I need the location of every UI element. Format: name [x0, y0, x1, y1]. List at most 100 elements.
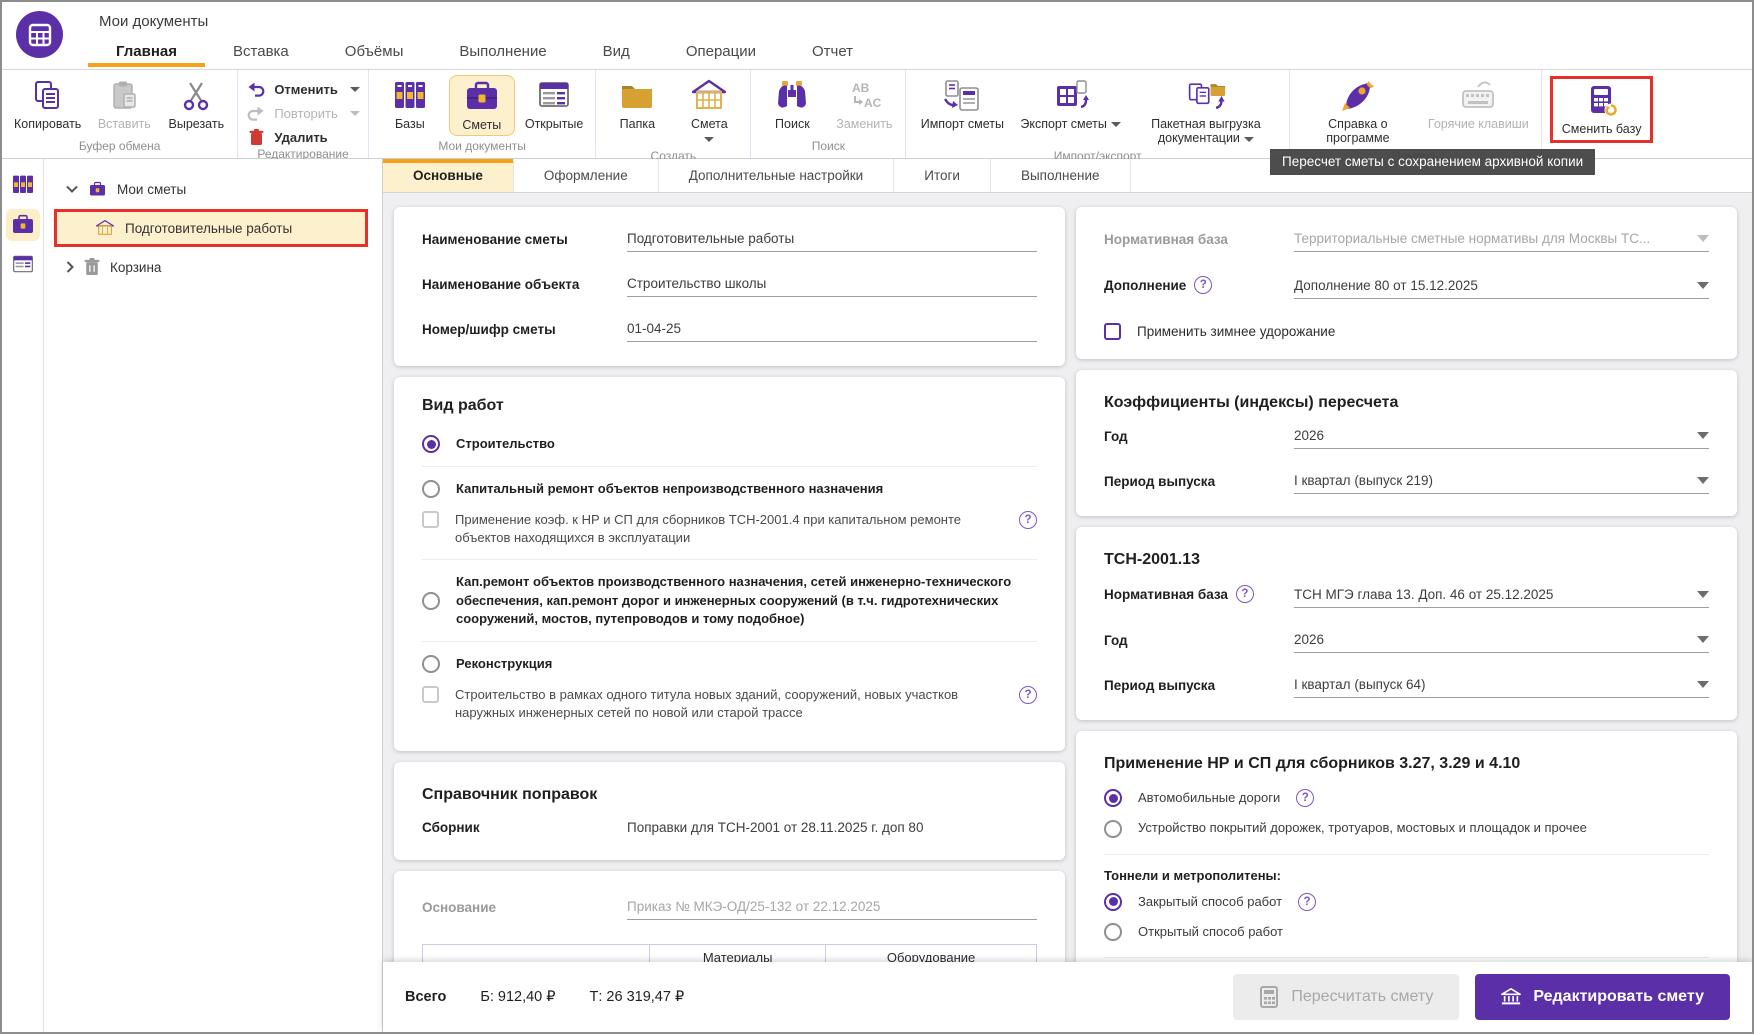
checkbox-single-title-construction[interactable]: [422, 686, 439, 703]
tab-general[interactable]: Основные: [383, 159, 514, 192]
radio-construction-label: Строительство: [456, 435, 1037, 453]
replace-button[interactable]: ABAC Заменить: [831, 75, 897, 134]
ribbon-tab-main[interactable]: Главная: [88, 35, 205, 67]
corrections-card: Справочник поправок Сборник Поправки для…: [394, 762, 1065, 860]
redo-dropdown-icon[interactable]: [350, 111, 360, 116]
tsn-period-select[interactable]: I квартал (выпуск 64): [1294, 677, 1709, 698]
export-dropdown-icon[interactable]: [1111, 122, 1121, 127]
tab-execution[interactable]: Выполнение: [991, 159, 1131, 192]
checkbox-nr-sp-tsn2001-4[interactable]: [422, 511, 439, 528]
import-estimate-button[interactable]: Импорт сметы: [914, 75, 1010, 134]
tab-totals[interactable]: Итоги: [894, 159, 991, 192]
tsn-base-label: Нормативная база ?: [1104, 585, 1294, 608]
cut-button[interactable]: Вырезать: [163, 75, 229, 134]
tunnels-subheading: Тоннели и метрополитены:: [1104, 854, 1709, 883]
calculator-icon: [1259, 987, 1279, 1007]
copy-button[interactable]: Копировать: [10, 75, 85, 134]
ribbon-tab-execution[interactable]: Выполнение: [431, 35, 574, 67]
radio-auto-roads[interactable]: [1104, 789, 1122, 807]
house-icon: [689, 78, 729, 114]
checkbox-winter-rise[interactable]: [1104, 323, 1121, 340]
tree-item-preparatory-works[interactable]: Подготовительные работы: [54, 209, 368, 247]
new-estimate-button[interactable]: Смета: [676, 75, 742, 149]
radio-capital-repair-production[interactable]: [422, 592, 440, 610]
redo-button[interactable]: Повторить: [246, 103, 360, 123]
help-icon[interactable]: ?: [1298, 893, 1316, 911]
normative-base-select[interactable]: Территориальные сметные нормативы для Мо…: [1294, 231, 1709, 252]
group-label-my-documents: Мои документы: [377, 139, 588, 158]
nr-sp-card: Применение НР и СП для сборников 3.27, 3…: [1076, 731, 1737, 962]
search-button[interactable]: Поиск: [759, 75, 825, 134]
rail-bases-button[interactable]: [6, 169, 40, 201]
paste-button[interactable]: Вставить: [91, 75, 157, 134]
basis-card: Основание Приказ № МКЭ-ОД/25-132 от 22.1…: [394, 871, 1065, 962]
new-folder-button[interactable]: Папка: [604, 75, 670, 134]
about-button[interactable]: Справка о программе: [1298, 75, 1418, 149]
help-icon[interactable]: ?: [1296, 789, 1314, 807]
ribbon-tab-report[interactable]: Отчет: [784, 35, 881, 67]
recalculate-button[interactable]: Пересчитать смету: [1233, 974, 1459, 1020]
ribbon-tab-insert[interactable]: Вставка: [205, 35, 317, 67]
radio-pavements[interactable]: [1104, 820, 1122, 838]
toolbar-group-editing: Отменить Повторить Удалить Редактировани…: [238, 70, 369, 158]
coefficients-title: Коэффициенты (индексы) пересчета: [1104, 394, 1709, 412]
chevron-down-icon: [1697, 432, 1709, 439]
ribbon-tab-view[interactable]: Вид: [575, 35, 658, 67]
year-select[interactable]: 2026: [1294, 428, 1709, 449]
help-icon[interactable]: ?: [1019, 511, 1037, 529]
radio-closed-method[interactable]: [1104, 893, 1122, 911]
batch-export-dropdown-icon[interactable]: [1244, 137, 1254, 142]
tsn-period-label: Период выпуска: [1104, 678, 1294, 698]
opened-button[interactable]: Открытые: [521, 75, 588, 134]
addition-select[interactable]: Дополнение 80 от 15.12.2025: [1294, 278, 1709, 299]
basis-input[interactable]: Приказ № МКЭ-ОД/25-132 от 22.12.2025: [627, 899, 1037, 920]
radio-open-method[interactable]: [1104, 923, 1122, 941]
edit-estimate-button[interactable]: Редактировать смету: [1475, 974, 1730, 1020]
undo-button[interactable]: Отменить: [246, 79, 360, 99]
new-estimate-label: Смета: [691, 117, 728, 146]
table-corner-cell: [423, 945, 650, 962]
ribbon-tab-operations[interactable]: Операции: [658, 35, 784, 67]
left-column: Наименование сметы Подготовительные рабо…: [394, 207, 1065, 962]
rail-estimates-button[interactable]: [6, 209, 40, 241]
tsn-year-select[interactable]: 2026: [1294, 632, 1709, 653]
tab-formatting[interactable]: Оформление: [514, 159, 659, 192]
basis-label: Основание: [422, 900, 627, 920]
period-select[interactable]: I квартал (выпуск 219): [1294, 473, 1709, 494]
new-estimate-dropdown-icon[interactable]: [704, 137, 714, 142]
object-name-input[interactable]: Строительство школы: [627, 276, 1037, 297]
help-icon[interactable]: ?: [1236, 585, 1254, 603]
hotkeys-button[interactable]: Горячие клавиши: [1424, 75, 1533, 134]
estimate-name-input[interactable]: Подготовительные работы: [627, 231, 1037, 252]
batch-export-button[interactable]: Пакетная выгрузка документации: [1131, 75, 1281, 149]
estimates-tree: Мои сметы Подготовительные работы Корзин…: [44, 159, 383, 1032]
undo-dropdown-icon[interactable]: [350, 87, 360, 92]
rail-opened-button[interactable]: [6, 249, 40, 281]
table-header-row: Материалы Оборудование: [423, 945, 1037, 962]
radio-construction[interactable]: [422, 435, 440, 453]
delete-button[interactable]: Удалить: [246, 127, 360, 147]
about-label: Справка о программе: [1302, 117, 1414, 146]
toolbar-group-help: Справка о программе Горячие клавиши Помо…: [1290, 70, 1542, 158]
object-name-label: Наименование объекта: [422, 277, 627, 297]
tree-item-trash[interactable]: Корзина: [44, 251, 382, 283]
radio-pavements-label: Устройство покрытий дорожек, тротуаров, …: [1138, 819, 1709, 837]
radio-capital-repair-nonproduction[interactable]: [422, 480, 440, 498]
radio-reconstruction[interactable]: [422, 655, 440, 673]
help-icon[interactable]: ?: [1019, 686, 1037, 704]
chevron-down-icon: [1697, 681, 1709, 688]
trash-icon: [84, 258, 100, 276]
collection-value[interactable]: Поправки для ТСН-2001 от 28.11.2025 г. д…: [627, 820, 1037, 840]
help-icon[interactable]: ?: [1194, 276, 1212, 294]
tab-additional-settings[interactable]: Дополнительные настройки: [659, 159, 895, 192]
ribbon-tab-volumes[interactable]: Объёмы: [317, 35, 432, 67]
toolbar-group-create: Папка Смета Создать: [596, 70, 751, 158]
tsn-base-select[interactable]: ТСН МГЭ глава 13. Доп. 46 от 25.12.2025: [1294, 587, 1709, 608]
export-estimate-button[interactable]: Экспорт сметы: [1016, 75, 1125, 134]
estimate-code-input[interactable]: 01-04-25: [627, 321, 1037, 342]
tree-item-label: Мои сметы: [117, 182, 186, 197]
estimates-button[interactable]: Сметы: [449, 75, 515, 136]
bases-button[interactable]: Базы: [377, 75, 443, 134]
change-base-button[interactable]: Сменить базу: [1558, 80, 1646, 139]
tree-item-my-estimates[interactable]: Мои сметы: [44, 173, 382, 205]
